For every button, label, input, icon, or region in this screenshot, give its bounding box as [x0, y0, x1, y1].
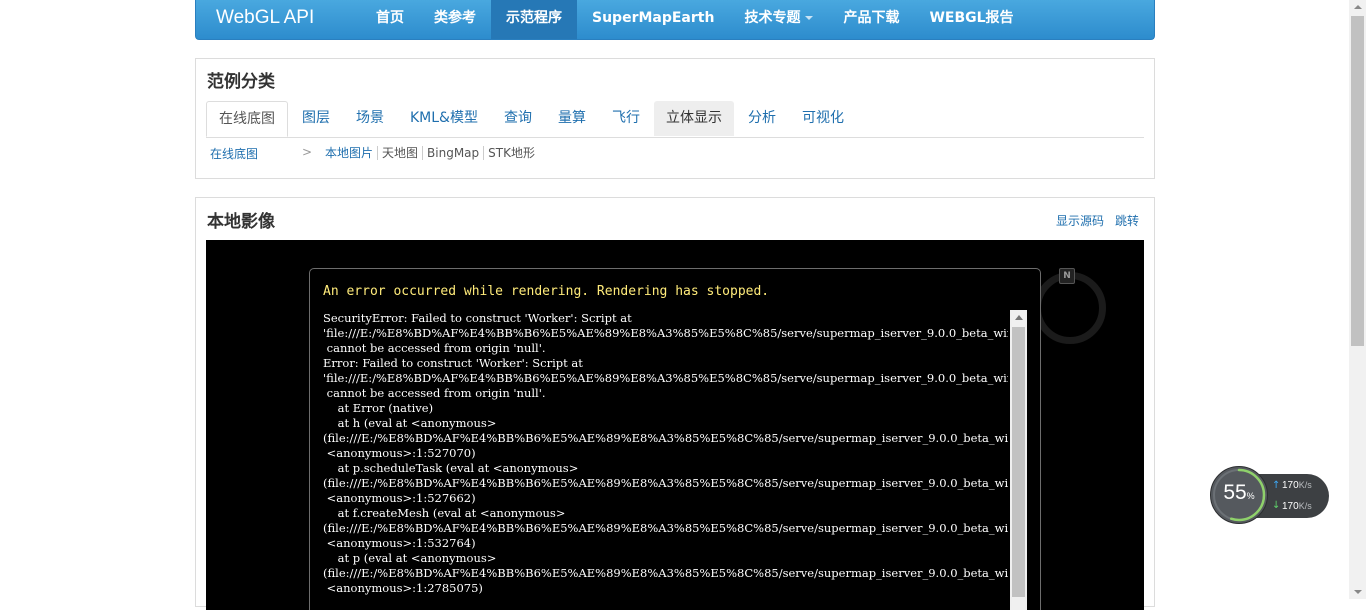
nav-item-home[interactable]: 首页 — [361, 0, 419, 39]
jump-link[interactable]: 跳转 — [1115, 212, 1139, 229]
page-scrollbar[interactable] — [1349, 0, 1366, 599]
category-panel: 范例分类 在线底图 图层 场景 KML&模型 查询 量算 飞行 立体显示 分析 … — [195, 58, 1155, 179]
tab-kml-model[interactable]: KML&模型 — [398, 101, 490, 136]
render-error-title: An error occurred while rendering. Rende… — [323, 284, 770, 299]
demo-panel: 本地影像 显示源码 跳转 N An error occurred while r… — [195, 197, 1155, 610]
memory-usage-circle: 55% — [1210, 466, 1268, 524]
sub-category-label[interactable]: 在线底图 — [210, 145, 258, 162]
sub-item-local-image[interactable]: 本地图片 — [322, 146, 377, 160]
show-source-link[interactable]: 显示源码 — [1056, 212, 1104, 229]
nav-item-supermapearth[interactable]: SuperMapEarth — [577, 0, 729, 39]
tab-analysis[interactable]: 分析 — [736, 101, 788, 136]
error-scrollbar-thumb[interactable] — [1012, 327, 1025, 597]
tab-measure[interactable]: 量算 — [546, 101, 598, 136]
brand-logo[interactable]: WebGL API — [216, 7, 314, 29]
sub-item-tianditu[interactable]: 天地图 — [377, 146, 422, 160]
page-scroll-up-icon[interactable] — [1349, 0, 1366, 14]
render-error-dialog: An error occurred while rendering. Rende… — [309, 268, 1041, 610]
upload-speed: 170K/s — [1282, 480, 1312, 491]
error-scrollbar[interactable] — [1010, 310, 1027, 610]
tab-scene[interactable]: 场景 — [344, 101, 396, 136]
page-scroll-down-icon[interactable] — [1349, 585, 1366, 599]
memory-usage-percent: 55% — [1223, 481, 1255, 504]
sub-item-bingmap[interactable]: BingMap — [422, 146, 483, 160]
nav-item-webgl-report[interactable]: WEBGL报告 — [914, 0, 1028, 39]
tab-layers[interactable]: 图层 — [290, 101, 342, 136]
render-error-message[interactable]: SecurityError: Failed to construct 'Work… — [323, 311, 1008, 610]
demo-panel-links: 显示源码 跳转 — [1056, 212, 1139, 229]
category-tabs: 在线底图 图层 场景 KML&模型 查询 量算 飞行 立体显示 分析 可视化 — [206, 101, 1144, 138]
download-speed: 170K/s — [1282, 501, 1312, 512]
page-scrollbar-thumb[interactable] — [1351, 16, 1364, 346]
webgl-viewer[interactable]: N An error occurred while rendering. Ren… — [206, 240, 1144, 610]
sub-item-stk-terrain[interactable]: STK地形 — [483, 146, 539, 160]
top-navbar: WebGL API 首页 类参考 示范程序 SuperMapEarth 技术专题… — [195, 0, 1155, 40]
demo-panel-title: 本地影像 — [207, 212, 275, 232]
sub-category-list: 本地图片 天地图 BingMap STK地形 — [322, 146, 539, 160]
network-monitor-widget[interactable]: 55% ↑ 170K/s ↓ 170K/s — [1210, 466, 1330, 526]
tab-stereo-display[interactable]: 立体显示 — [653, 101, 734, 136]
nav-item-topics[interactable]: 技术专题 — [729, 0, 828, 39]
chevron-down-icon — [805, 16, 814, 20]
category-panel-title: 范例分类 — [207, 72, 275, 92]
tab-flight[interactable]: 飞行 — [600, 101, 652, 136]
nav-item-download[interactable]: 产品下载 — [828, 0, 914, 39]
download-arrow-icon: ↓ — [1272, 500, 1281, 511]
scroll-up-icon[interactable] — [1010, 310, 1027, 326]
nav-item-class-reference[interactable]: 类参考 — [419, 0, 491, 39]
upload-arrow-icon: ↑ — [1272, 480, 1281, 491]
tab-visualization[interactable]: 可视化 — [790, 101, 856, 136]
sub-category-separator: > — [302, 145, 313, 159]
tab-online-basemap[interactable]: 在线底图 — [206, 101, 288, 137]
nav-item-demos[interactable]: 示范程序 — [491, 0, 577, 39]
tab-query[interactable]: 查询 — [492, 101, 544, 136]
nav-menu: 首页 类参考 示范程序 SuperMapEarth 技术专题 产品下载 WEBG… — [361, 0, 1029, 39]
nav-item-topics-label: 技术专题 — [744, 10, 801, 26]
compass-north-icon: N — [1059, 268, 1075, 284]
